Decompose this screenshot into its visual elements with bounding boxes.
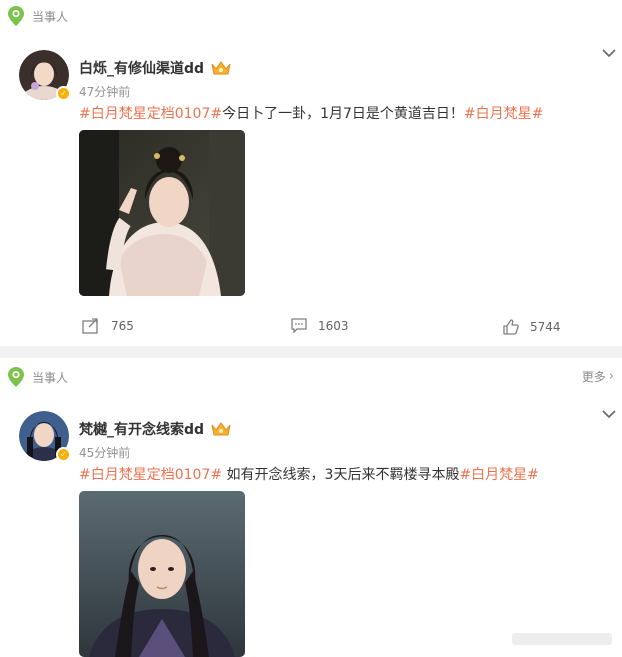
comment-icon <box>291 318 307 333</box>
crown-icon <box>211 61 231 75</box>
post-body-text: 今日卜了一卦，1月7日是个黄道吉日！ <box>222 106 464 122</box>
source-row: 当事人 <box>8 367 68 387</box>
post-image[interactable] <box>79 130 245 296</box>
more-link[interactable]: 更多 › <box>582 368 614 385</box>
like-button[interactable]: 5744 <box>503 319 561 335</box>
hashtag-link[interactable]: #白月梵星定档0107# <box>79 467 222 483</box>
source-label: 当事人 <box>32 9 69 24</box>
chevron-down-icon[interactable] <box>602 48 616 58</box>
user-name-text[interactable]: 梵樾_有开念线索dd <box>79 419 204 439</box>
post-photo <box>79 130 245 296</box>
post-text: #白月梵星定档0107# 如有开念线索，3天后来不羁楼寻本殿#白月梵星# <box>79 464 539 484</box>
hashtag-link[interactable]: #白月梵星定档0107# <box>79 106 222 122</box>
post-text: #白月梵星定档0107#今日卜了一卦，1月7日是个黄道吉日！#白月梵星# <box>79 103 543 123</box>
comment-count: 1603 <box>318 318 349 333</box>
verified-icon: ✓ <box>56 86 71 101</box>
hashtag-link[interactable]: #白月梵星# <box>464 106 543 122</box>
chevron-down-icon[interactable] <box>602 409 616 419</box>
user-name[interactable]: 白烁_有修仙渠道dd <box>79 58 232 78</box>
more-label[interactable]: 更多 <box>582 368 606 385</box>
post-time[interactable]: 47分钟前 <box>79 83 130 100</box>
like-count: 5744 <box>530 320 561 334</box>
card-divider <box>0 346 622 358</box>
post-body-text: 如有开念线索，3天后来不羁楼寻本殿 <box>222 467 460 483</box>
repost-button[interactable]: 765 <box>82 318 134 334</box>
user-name-text[interactable]: 白烁_有修仙渠道dd <box>79 58 204 78</box>
location-pin-icon <box>8 367 24 387</box>
location-pin-icon <box>8 6 24 26</box>
user-name[interactable]: 梵樾_有开念线索dd <box>79 419 232 439</box>
avatar[interactable]: ✓ <box>19 50 71 101</box>
repost-icon <box>82 318 98 334</box>
crown-icon <box>211 422 231 436</box>
source-label: 当事人 <box>32 370 69 385</box>
post-card-1: 当事人 ✓ 白烁_有修仙渠道dd 47分钟前 #白月梵星定档0107#今日卜了一… <box>0 0 622 346</box>
avatar[interactable]: ✓ <box>19 411 71 462</box>
post-time[interactable]: 45分钟前 <box>79 444 130 461</box>
watermark-image <box>512 633 612 645</box>
verified-icon: ✓ <box>56 447 71 462</box>
repost-count: 765 <box>111 319 134 333</box>
post-image[interactable] <box>79 491 245 657</box>
comment-button[interactable]: 1603 <box>291 318 349 333</box>
chevron-right-icon: › <box>608 369 614 384</box>
post-card-2: 当事人 更多 › ✓ 梵樾_有开念线索dd 45分钟前 #白月梵星定档0107#… <box>0 358 622 657</box>
post-photo <box>79 491 245 657</box>
hashtag-link[interactable]: #白月梵星# <box>459 467 538 483</box>
like-icon <box>503 319 519 335</box>
source-row: 当事人 <box>8 6 68 26</box>
